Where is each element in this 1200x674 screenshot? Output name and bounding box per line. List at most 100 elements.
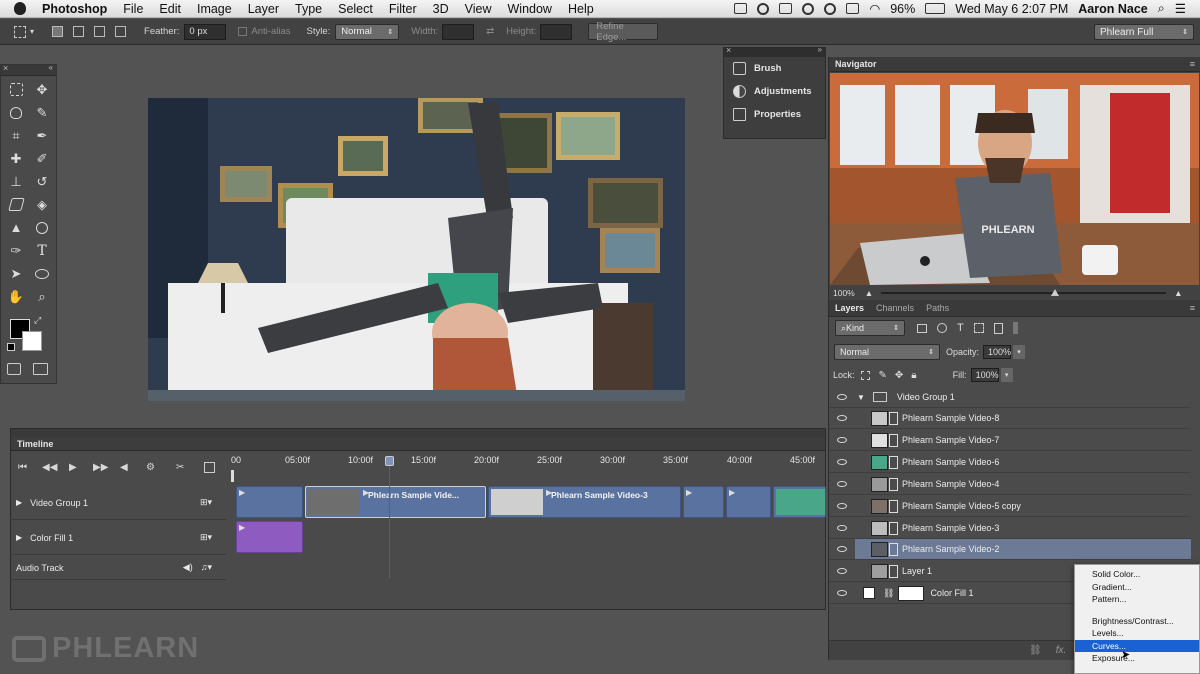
playhead-handle[interactable]	[385, 456, 394, 466]
layer-row[interactable]: Phlearn Sample Video-5 copy	[829, 496, 1191, 517]
subtract-selection-icon[interactable]	[94, 26, 106, 37]
apple-icon[interactable]	[14, 2, 26, 15]
visibility-eye-icon[interactable]	[829, 415, 855, 421]
disclosure-triangle-icon[interactable]: ▶	[16, 498, 22, 507]
visibility-eye-icon[interactable]	[829, 437, 855, 443]
menu-help[interactable]: Help	[568, 2, 594, 16]
menu-type[interactable]: Type	[295, 2, 322, 16]
tab-layers[interactable]: Layers	[835, 303, 864, 313]
audio-mute-icon[interactable]: ◀	[120, 462, 128, 473]
default-colors-icon[interactable]	[7, 343, 15, 351]
tab-timeline[interactable]: Timeline	[11, 437, 825, 451]
visibility-eye-icon[interactable]	[829, 568, 855, 574]
menu-app-name[interactable]: Photoshop	[42, 2, 107, 16]
gear-icon[interactable]: ⚙	[146, 462, 155, 473]
layer-row-selected[interactable]: Phlearn Sample Video-2	[855, 539, 1191, 560]
menu-image[interactable]: Image	[197, 2, 232, 16]
video-clip[interactable]: ▶	[236, 486, 303, 518]
visibility-eye-icon[interactable]	[829, 525, 855, 531]
track-video-group[interactable]: ▶ Video Group 1 ⊞▾	[10, 486, 226, 520]
screen-record-icon[interactable]	[734, 3, 748, 14]
layer-row[interactable]: Phlearn Sample Video-3	[829, 518, 1191, 539]
refine-edge-button[interactable]: Refine Edge...	[588, 21, 659, 43]
eyedropper-tool-icon[interactable]: ✒	[29, 124, 55, 147]
wifi-icon[interactable]: ◠	[869, 1, 880, 16]
film-strip-icon[interactable]: ⊞▾	[200, 532, 212, 543]
navigator-thumbnail[interactable]: PHLEARN	[830, 73, 1199, 285]
lock-position-icon[interactable]: ✥	[895, 370, 903, 381]
adjustments-panel-button[interactable]: Adjustments	[724, 80, 825, 103]
brush-tool-icon[interactable]: ✐	[29, 147, 55, 170]
tools-panel-header[interactable]: × «	[1, 63, 56, 76]
link-layers-icon[interactable]: ⛓	[1029, 645, 1042, 656]
timeline-panel-header[interactable]	[11, 429, 825, 437]
layer-row[interactable]: Phlearn Sample Video-7	[829, 430, 1191, 451]
video-clip[interactable]: ▶ Phlearn Sample Video-3	[488, 486, 681, 518]
notification-center-icon[interactable]: ☰	[1175, 1, 1186, 16]
add-selection-icon[interactable]	[73, 26, 85, 37]
collapse-icon[interactable]: «	[49, 63, 53, 72]
menu-item-gradient[interactable]: Gradient...	[1075, 581, 1199, 594]
paint-bucket-tool-icon[interactable]: ◈	[29, 193, 55, 216]
clone-stamp-tool-icon[interactable]: ⊥	[3, 170, 29, 193]
height-input[interactable]	[540, 23, 573, 40]
previous-frame-icon[interactable]: ◀◀	[42, 462, 57, 473]
film-strip-icon[interactable]: ⊞▾	[200, 497, 212, 508]
lasso-tool-icon[interactable]	[3, 101, 29, 124]
zoom-slider[interactable]	[881, 288, 1167, 296]
clock[interactable]: Wed May 6 2:07 PM	[955, 2, 1068, 16]
menu-item-pattern[interactable]: Pattern...	[1075, 593, 1199, 606]
navigator-zoom-value[interactable]: 100%	[833, 288, 855, 298]
filter-kind-select[interactable]: ⌕Kind ⇕	[835, 320, 905, 336]
music-note-icon[interactable]: ♫▾	[201, 562, 212, 573]
layer-group-row[interactable]: ▼ Video Group 1	[829, 387, 1191, 408]
panel-menu-icon[interactable]: ≡	[1190, 59, 1195, 69]
menu-item-exposure[interactable]: Exposure...	[1075, 652, 1199, 665]
lock-image-icon[interactable]: ✎	[879, 370, 887, 381]
menu-item-levels[interactable]: Levels...	[1075, 627, 1199, 640]
hand-tool-icon[interactable]: ✋	[3, 285, 29, 308]
window-icon[interactable]	[779, 3, 793, 14]
speaker-icon[interactable]: ◀)	[183, 562, 193, 573]
play-icon[interactable]: ▶	[69, 462, 77, 473]
user-name[interactable]: Aaron Nace	[1078, 2, 1147, 16]
video-clip[interactable]: ▶	[726, 486, 771, 518]
track-color-fill[interactable]: ▶ Color Fill 1 ⊞▾	[10, 521, 226, 555]
intersect-selection-icon[interactable]	[115, 26, 127, 37]
opacity-dropdown-icon[interactable]: ▾	[1013, 344, 1026, 359]
zoom-in-icon[interactable]: ▲	[1174, 288, 1182, 298]
marquee-preset-icon[interactable]	[14, 25, 26, 38]
brush-panel-button[interactable]: Brush	[724, 57, 825, 80]
next-frame-icon[interactable]: ▶▶	[93, 462, 108, 473]
close-icon[interactable]: ×	[3, 63, 8, 73]
document-canvas[interactable]	[148, 98, 685, 401]
type-tool-icon[interactable]: T	[29, 239, 55, 262]
menu-item-solid-color[interactable]: Solid Color...	[1075, 568, 1199, 581]
tab-paths[interactable]: Paths	[926, 303, 949, 313]
filter-toggle[interactable]	[1012, 322, 1018, 334]
menu-view[interactable]: View	[465, 2, 492, 16]
new-selection-icon[interactable]	[52, 26, 64, 37]
pen-tool-icon[interactable]: ✑	[3, 239, 29, 262]
color-fill-clip[interactable]: ▶	[236, 521, 303, 553]
creative-cloud-icon[interactable]	[757, 2, 770, 15]
history-brush-tool-icon[interactable]: ↺	[29, 170, 55, 193]
dodge-tool-icon[interactable]	[29, 216, 55, 239]
width-input[interactable]	[442, 23, 475, 40]
fx-icon[interactable]: fx.	[1056, 645, 1067, 656]
background-color-swatch[interactable]	[22, 331, 42, 351]
quick-mask-icon[interactable]	[7, 363, 21, 375]
menu-file[interactable]: File	[123, 2, 143, 16]
menu-select[interactable]: Select	[338, 2, 373, 16]
link-icon[interactable]: ⛓	[883, 588, 894, 599]
spot-healing-tool-icon[interactable]: ✚	[3, 147, 29, 170]
swap-icon[interactable]: ⇄	[486, 26, 494, 37]
video-clip[interactable]: ▶	[683, 486, 724, 518]
menu-item-curves[interactable]: Curves...	[1075, 639, 1199, 652]
visibility-eye-icon[interactable]	[829, 394, 855, 400]
close-icon[interactable]: ×	[726, 45, 731, 55]
blur-tool-icon[interactable]: ▲	[3, 216, 29, 239]
video-clip-selected[interactable]: ▶ Phlearn Sample Vide...	[305, 486, 486, 518]
disclosure-triangle-icon[interactable]: ▶	[16, 533, 22, 542]
filter-shape-icon[interactable]	[973, 323, 984, 333]
